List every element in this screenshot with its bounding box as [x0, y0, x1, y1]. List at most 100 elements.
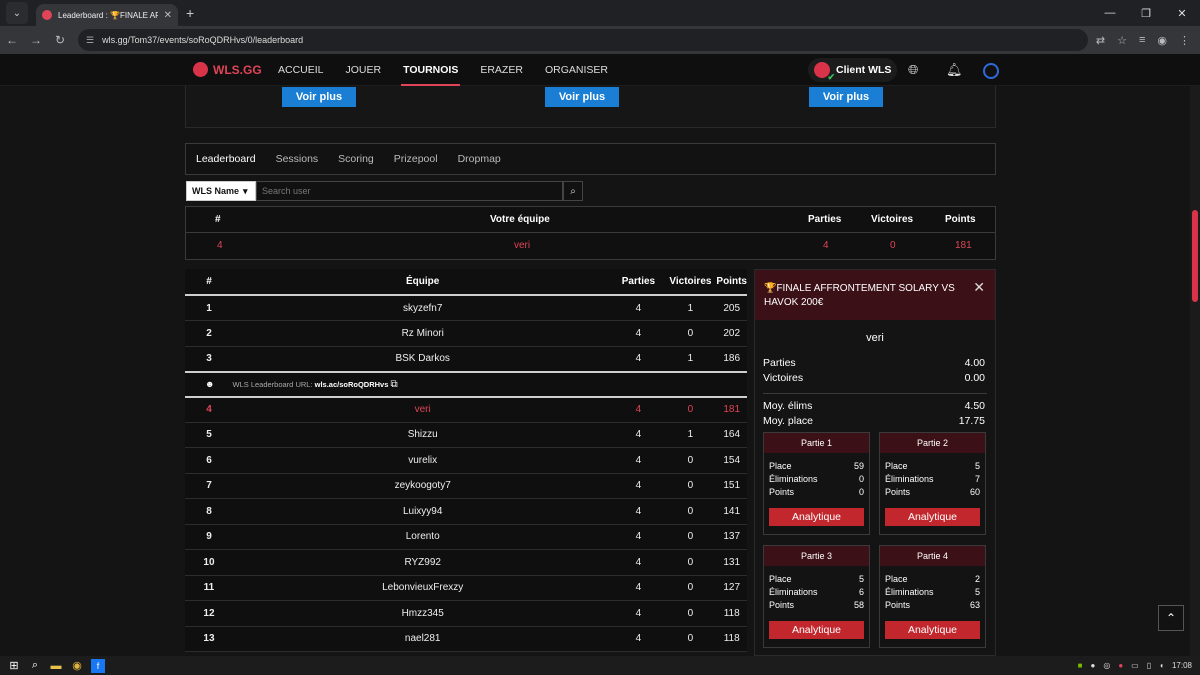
row-team: vurelix: [232, 447, 613, 474]
site-info-icon[interactable]: ☰: [86, 35, 94, 46]
col-rank: #: [185, 269, 233, 296]
bookmark-star-icon[interactable]: ☆: [1117, 34, 1127, 47]
scroll-to-top-button[interactable]: ⌃: [1158, 605, 1184, 631]
voir-plus-button-3[interactable]: Voir plus: [809, 87, 883, 107]
nav-tournois[interactable]: TOURNOIS: [401, 64, 461, 86]
tab-dropmap[interactable]: Dropmap: [458, 153, 501, 165]
tab-leaderboard[interactable]: Leaderboard: [196, 153, 256, 165]
col-wins: Victoires: [664, 269, 717, 296]
nav-jouer[interactable]: JOUER: [346, 64, 382, 76]
table-row[interactable]: 11 LebonvieuxFrexzy 4 0 127: [185, 575, 747, 601]
row-team: Lorento: [232, 524, 613, 550]
row-games: 4: [612, 346, 665, 372]
reload-icon[interactable]: ↻: [48, 33, 72, 47]
table-row[interactable]: 10 RYZ992 4 0 131: [185, 549, 747, 576]
row-team: Luixyy94: [232, 498, 613, 525]
row-rank: 13: [185, 626, 233, 652]
chrome-icon[interactable]: ◉: [70, 659, 84, 673]
nav-organiser[interactable]: ORGANISER: [545, 64, 608, 76]
table-row[interactable]: 2 Rz Minori 4 0 202: [185, 320, 747, 347]
omnibox[interactable]: ☰ wls.gg/Tom37/events/soRoQDRHvs/0/leade…: [78, 29, 1088, 51]
my-team-box: # Votre équipe Parties Victoires Points …: [185, 206, 996, 260]
nav-erazer[interactable]: ERAZER: [480, 64, 523, 76]
close-icon[interactable]: ✕: [973, 280, 985, 294]
close-tab-icon[interactable]: ✕: [164, 10, 172, 21]
back-icon[interactable]: ←: [0, 33, 24, 47]
windows-start-icon[interactable]: ⊞: [7, 659, 21, 673]
wls-logo[interactable]: WLS.GG: [193, 62, 262, 77]
user-avatar[interactable]: [983, 63, 999, 79]
copy-icon[interactable]: ⧉: [391, 379, 398, 390]
translate-icon[interactable]: ⇄: [1096, 34, 1105, 47]
search-icon[interactable]: ⌕: [563, 181, 583, 201]
table-row[interactable]: 7 zeykoogoty7 4 0 151: [185, 473, 747, 499]
table-row[interactable]: 3 BSK Darkos 4 1 186: [185, 346, 747, 372]
extensions-icon[interactable]: ≡: [1139, 34, 1145, 47]
tab-scoring[interactable]: Scoring: [338, 153, 374, 165]
my-team-points-header: Points: [945, 214, 976, 225]
restore-icon[interactable]: ❐: [1128, 0, 1164, 26]
clock[interactable]: 17:08: [1172, 661, 1192, 670]
search-taskbar-icon[interactable]: ⌕: [28, 659, 42, 673]
analytique-button[interactable]: Analytique: [769, 621, 864, 639]
new-tab-icon[interactable]: +: [186, 5, 194, 21]
row-team: RYZ992: [232, 549, 613, 576]
tab-sessions[interactable]: Sessions: [276, 153, 319, 165]
row-wins: 0: [664, 320, 717, 347]
row-wins: 0: [664, 396, 717, 423]
row-points: 118: [716, 600, 747, 627]
volume-icon[interactable]: ◖: [1159, 661, 1164, 670]
search-input[interactable]: Search user: [256, 181, 563, 201]
client-wls-button[interactable]: Client WLS: [808, 58, 898, 83]
table-row[interactable]: 5 Shizzu 4 1 164: [185, 422, 747, 448]
menu-icon[interactable]: ⋮: [1179, 34, 1190, 47]
forward-icon[interactable]: →: [24, 33, 48, 47]
table-row[interactable]: 13 nael281 4 0 118: [185, 626, 747, 652]
table-row[interactable]: 12 Hmzz345 4 0 118: [185, 600, 747, 627]
table-row[interactable]: 8 Luixyy94 4 0 141: [185, 498, 747, 525]
discord-icon[interactable]: ●: [1090, 661, 1095, 670]
network-icon[interactable]: ▯: [1147, 661, 1151, 670]
leaderboard-header-row: # Équipe Parties Victoires Points: [185, 269, 747, 296]
table-row[interactable]: 6 vurelix 4 0 154: [185, 447, 747, 474]
table-row[interactable]: 9 Lorento 4 0 137: [185, 524, 747, 550]
facebook-icon[interactable]: f: [91, 658, 105, 673]
row-points: 118: [716, 626, 747, 652]
search-type-select[interactable]: WLS Name ▾: [186, 181, 256, 201]
leaderboard-url-row: ☻ WLS Leaderboard URL: wls.ac/soRoQDRHvs …: [185, 370, 747, 398]
tab-search-icon[interactable]: ⌄: [6, 2, 28, 24]
scrollbar-thumb[interactable]: [1192, 210, 1198, 302]
analytique-button[interactable]: Analytique: [885, 508, 980, 526]
nvidia-icon[interactable]: ■: [1078, 661, 1083, 670]
row-rank: 3: [185, 346, 233, 372]
analytique-button[interactable]: Analytique: [885, 621, 980, 639]
partie-card-1: Partie 1 Place 59 Éliminations 0 Points 0 A…: [763, 432, 870, 535]
nav-accueil[interactable]: ACCUEIL: [278, 64, 324, 76]
row-games: 4: [612, 600, 665, 627]
address-bar-row: ← → ↻ ☰ wls.gg/Tom37/events/soRoQDRHvs/0…: [0, 26, 1200, 54]
bell-icon[interactable]: 🔔︎: [946, 62, 963, 78]
table-row[interactable]: 1 skyzefn7 4 1 205: [185, 295, 747, 321]
tab-prizepool[interactable]: Prizepool: [394, 153, 438, 165]
file-explorer-icon[interactable]: ▬: [49, 659, 63, 673]
voir-plus-button-2[interactable]: Voir plus: [545, 87, 619, 107]
stat-moy-elims: Moy. élims 4.50: [763, 400, 985, 412]
table-row-my-team[interactable]: 4 veri 4 0 181: [185, 396, 747, 423]
steam-icon[interactable]: ◎: [1103, 661, 1110, 670]
row-rank: 4: [185, 396, 233, 423]
scrollbar[interactable]: [1190, 86, 1200, 656]
minimize-icon[interactable]: —: [1092, 0, 1128, 26]
search-row: WLS Name ▾ Search user ⌕: [186, 181, 583, 201]
globe-icon[interactable]: 🌐︎: [908, 62, 918, 78]
analytique-button[interactable]: Analytique: [769, 508, 864, 526]
close-window-icon[interactable]: ✕: [1164, 0, 1200, 26]
voir-plus-button-1[interactable]: Voir plus: [282, 87, 356, 107]
stat-victoires: Victoires 0.00: [763, 372, 985, 384]
row-games: 4: [612, 498, 665, 525]
display-icon[interactable]: ▭: [1131, 661, 1139, 670]
profile-icon[interactable]: ◉: [1157, 34, 1167, 47]
my-team-points: 181: [955, 240, 972, 251]
browser-tab[interactable]: Leaderboard : 🏆FINALE AFFRONT ✕: [36, 4, 178, 26]
app-tray-icon[interactable]: ●: [1118, 661, 1123, 670]
stat-moy-place: Moy. place 17.75: [763, 415, 985, 427]
